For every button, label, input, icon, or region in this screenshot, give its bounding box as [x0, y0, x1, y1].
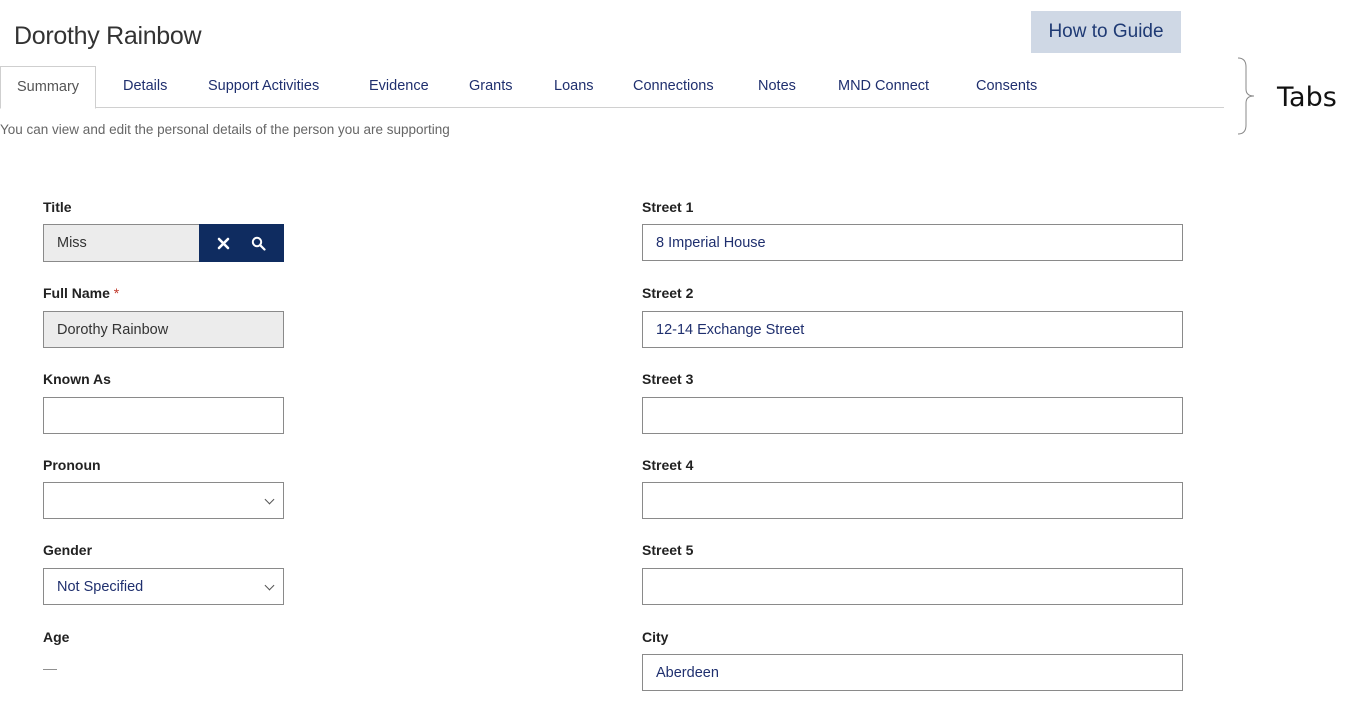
- street-3-field[interactable]: [642, 397, 1183, 434]
- title-lookup: Miss: [43, 224, 284, 262]
- street-4-field[interactable]: [642, 482, 1183, 519]
- city-label: City: [642, 629, 669, 645]
- full-name-label: Full Name *: [43, 285, 119, 301]
- age-value: —: [43, 660, 57, 676]
- tab-loans[interactable]: Loans: [554, 66, 594, 108]
- street-5-label: Street 5: [642, 542, 694, 558]
- tab-support-activities[interactable]: Support Activities: [208, 66, 319, 108]
- street-3-label: Street 3: [642, 371, 694, 387]
- city-field[interactable]: Aberdeen: [642, 654, 1183, 691]
- street-5-field[interactable]: [642, 568, 1183, 605]
- tabs-brace-annotation: [1237, 57, 1255, 135]
- required-marker: *: [113, 285, 120, 301]
- pronoun-label: Pronoun: [43, 457, 101, 473]
- title-label: Title: [43, 199, 72, 215]
- street-2-label: Street 2: [642, 285, 694, 301]
- tab-grants[interactable]: Grants: [469, 66, 513, 108]
- title-value[interactable]: Miss: [43, 224, 199, 262]
- chevron-down-icon: [264, 580, 275, 591]
- page-title: Dorothy Rainbow: [14, 22, 202, 50]
- pronoun-select[interactable]: [43, 482, 284, 519]
- street-4-label: Street 4: [642, 457, 694, 473]
- street-1-label: Street 1: [642, 199, 694, 215]
- gender-value: Not Specified: [57, 578, 144, 595]
- tab-evidence[interactable]: Evidence: [369, 66, 429, 108]
- age-label: Age: [43, 629, 70, 645]
- search-icon[interactable]: [251, 236, 266, 251]
- tab-mnd-connect[interactable]: MND Connect: [838, 66, 929, 108]
- how-to-guide-button[interactable]: How to Guide: [1031, 11, 1181, 53]
- tab-consents[interactable]: Consents: [976, 66, 1037, 108]
- tab-notes[interactable]: Notes: [758, 66, 796, 108]
- close-icon[interactable]: [217, 237, 230, 250]
- full-name-field[interactable]: Dorothy Rainbow: [43, 311, 284, 348]
- title-lookup-buttons: [199, 224, 284, 262]
- tab-details[interactable]: Details: [123, 66, 167, 108]
- gender-label: Gender: [43, 542, 93, 558]
- street-1-field[interactable]: 8 Imperial House: [642, 224, 1183, 261]
- tab-connections[interactable]: Connections: [633, 66, 714, 108]
- street-2-field[interactable]: 12-14 Exchange Street: [642, 311, 1183, 348]
- full-name-label-text: Full Name: [43, 285, 110, 301]
- tabs-annotation-label: Tabs: [1277, 82, 1337, 113]
- chevron-down-icon: [264, 494, 275, 505]
- known-as-label: Known As: [43, 371, 111, 387]
- tab-bar: Summary Details Support Activities Evide…: [0, 66, 1224, 109]
- gender-select[interactable]: Not Specified: [43, 568, 284, 605]
- page-description: You can view and edit the personal detai…: [0, 122, 450, 137]
- tab-summary[interactable]: Summary: [0, 66, 97, 109]
- known-as-field[interactable]: [43, 397, 284, 434]
